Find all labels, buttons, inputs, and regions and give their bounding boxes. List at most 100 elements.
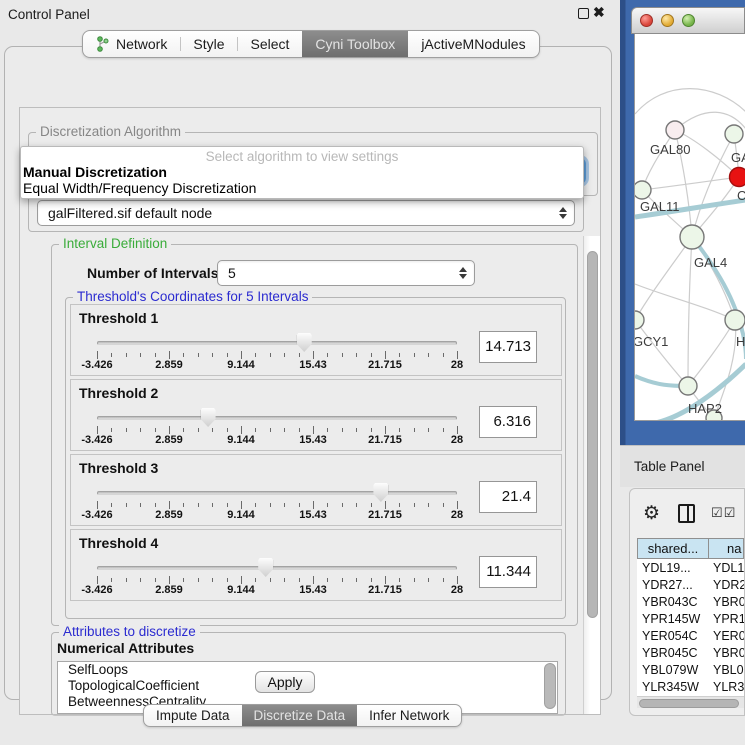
cell-name: YLR3 [709,680,744,694]
apply-button[interactable]: Apply [255,671,315,693]
threshold-3-slider[interactable]: -3.4262.8599.14415.4321.71528 [97,485,457,521]
threshold-2-label: Threshold 2 [79,385,158,401]
threshold-4-row: Threshold 4 -3.4262.8599.14415.4321.7152… [70,529,562,601]
slider-track [97,416,457,420]
cell-name: YDR2 [709,578,744,592]
tick-label: 9.144 [227,509,255,521]
list-scrollbar[interactable] [544,663,556,709]
cell-shared-name: YBR043C [637,595,709,609]
gear-icon[interactable]: ⚙ [643,502,660,525]
table-data-value: galFiltered.sif default node [48,205,212,221]
tick-label: 15.43 [299,584,327,596]
float-window-icon[interactable] [578,8,589,19]
threshold-2-value-field[interactable]: 6.316 [479,406,537,438]
node-label-partial-ga: GA [731,150,745,165]
table-row[interactable]: YBR043CYBR0 [637,593,744,610]
vertical-scrollbar-thumb[interactable] [587,251,598,618]
cell-name: YBR0 [709,646,744,660]
table-row[interactable]: YDL19...YDL1 [637,559,744,576]
tick-label: 15.43 [299,434,327,446]
tab-select[interactable]: Select [237,31,302,57]
split-columns-icon[interactable] [678,504,695,523]
numerical-attributes-label: Numerical Attributes [57,640,194,656]
tab-network-label: Network [116,36,167,52]
cell-name: YBL0 [709,663,744,677]
table-row[interactable]: YPR145WYPR1 [637,610,744,627]
tab-cyni-toolbox[interactable]: Cyni Toolbox [302,31,408,57]
threshold-3-value-field[interactable]: 21.4 [479,481,537,513]
tab-jactivemnodules[interactable]: jActiveMNodules [408,31,538,57]
table-data-combobox[interactable]: galFiltered.sif default node [37,200,575,226]
close-icon[interactable]: ✖ [593,4,605,21]
network-node [679,377,697,395]
cell-shared-name: YPR145W [637,612,709,626]
tick-label: 21.715 [368,584,402,596]
tick-label: 28 [451,359,463,371]
tab-network[interactable]: Network [83,31,180,57]
table-row[interactable]: YER054CYER0 [637,627,744,644]
node-label-hap2: HAP2 [688,401,722,416]
network-window-titlebar[interactable] [631,7,745,34]
threshold-1-slider[interactable]: -3.4262.8599.14415.4321.71528 [97,335,457,371]
cyni-mode-tabbar: Impute Data Discretize Data Infer Networ… [143,704,462,727]
slider-tick-labels: -3.4262.8599.14415.4321.71528 [97,584,457,596]
table-row[interactable]: YBR045CYBR0 [637,644,744,661]
node-label-gal4: GAL4 [694,255,727,270]
threshold-3-label: Threshold 3 [79,460,158,476]
network-canvas[interactable]: GAL80 GA C GAL11 GAL4 GCY1 H HAP2 [634,34,745,421]
cell-shared-name: YDL19... [637,561,709,575]
table-panel-toolbar: ⚙ ☑☑ [630,489,744,537]
dropdown-option-equal-width[interactable]: Equal Width/Frequency Discretization [21,180,583,196]
tab-impute-data[interactable]: Impute Data [144,705,242,726]
window-title: Control Panel [8,7,90,22]
threshold-4-slider[interactable]: -3.4262.8599.14415.4321.71528 [97,560,457,596]
number-of-intervals-label: Number of Intervals [87,265,218,281]
table-row[interactable]: YLR345WYLR3 [637,678,744,695]
tick-label: -3.426 [81,359,112,371]
minimize-traffic-light-icon[interactable] [661,14,674,27]
slider-tick-labels: -3.4262.8599.14415.4321.71528 [97,434,457,446]
slider-handle[interactable] [297,333,312,352]
slider-handle[interactable] [201,408,216,427]
node-label-gal11: GAL11 [640,199,680,214]
vertical-scrollbar-track[interactable] [583,236,600,714]
threshold-4-label: Threshold 4 [79,535,158,551]
cell-shared-name: YBR045C [637,646,709,660]
table-row[interactable]: YDR27...YDR2 [637,576,744,593]
number-of-intervals-value: 5 [228,265,236,281]
threshold-4-value-field[interactable]: 11.344 [479,556,537,588]
tick-label: 28 [451,509,463,521]
tick-label: 21.715 [368,359,402,371]
threshold-1-value-field[interactable]: 14.713 [479,331,537,363]
cell-shared-name: YDR27... [637,578,709,592]
horizontal-scrollbar-thumb[interactable] [639,699,739,708]
cell-shared-name: YBL079W [637,663,709,677]
slider-handle[interactable] [258,558,273,577]
slider-ticks [97,351,457,359]
close-traffic-light-icon[interactable] [640,14,653,27]
tab-discretize-data[interactable]: Discretize Data [242,705,358,726]
threshold-2-slider[interactable]: -3.4262.8599.14415.4321.71528 [97,410,457,446]
table-panel-titlebar: Table Panel [620,445,745,487]
cyni-toolbox-panel: Discretization Algorithm Select algorith… [4,46,612,700]
slider-track [97,566,457,570]
column-header-name[interactable]: na [709,538,744,559]
table-row[interactable]: YBL079WYBL0 [637,661,744,678]
screen: Control Panel ✖ Network Style Select Cyn… [0,0,745,745]
combo-stepper-icon [559,207,567,219]
slider-handle[interactable] [373,483,388,502]
select-columns-icon[interactable]: ☑☑ [711,505,736,521]
tab-infer-network[interactable]: Infer Network [357,705,461,726]
threshold-1-label: Threshold 1 [79,310,158,326]
network-node [725,310,745,330]
horizontal-scrollbar-track[interactable] [637,696,744,708]
zoom-traffic-light-icon[interactable] [682,14,695,27]
tick-label: 28 [451,584,463,596]
table-header-row: shared... na [637,538,744,559]
tick-label: 21.715 [368,509,402,521]
column-header-shared[interactable]: shared... [637,538,709,559]
dropdown-option-manual[interactable]: Manual Discretization [21,164,583,180]
number-of-intervals-combobox[interactable]: 5 [217,260,475,286]
threshold-1-row: Threshold 1 -3.4262.8599.14415.4321.7152… [70,304,562,376]
tab-style[interactable]: Style [180,31,237,57]
